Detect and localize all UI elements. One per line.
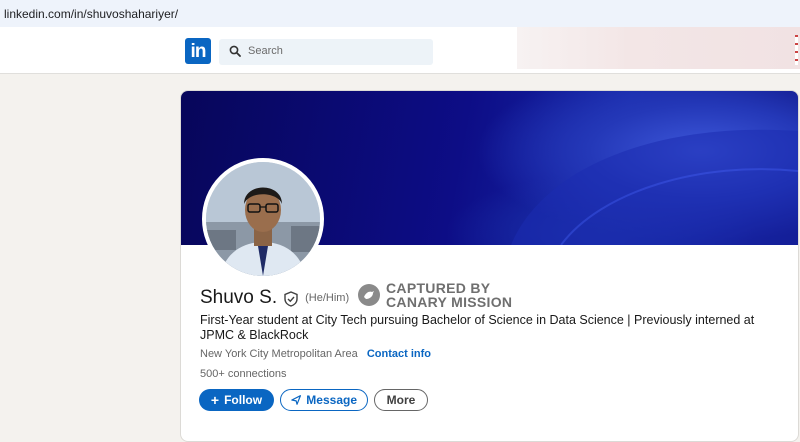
message-button[interactable]: Message (280, 389, 368, 411)
profile-pronouns: (He/Him) (305, 292, 350, 304)
profile-actions: + Follow Message More (199, 389, 428, 411)
more-button[interactable]: More (374, 389, 428, 411)
browser-address-bar[interactable]: linkedin.com/in/shuvoshahariyer/ (0, 0, 800, 28)
follow-label: Follow (224, 393, 263, 407)
top-nav: in Search (0, 27, 800, 74)
profile-headline: First-Year student at City Tech pursuing… (200, 313, 755, 342)
plus-icon: + (210, 392, 220, 408)
profile-name-row: Shuvo S. (He/Him) (200, 287, 349, 309)
profile-connections[interactable]: 500+ connections (200, 368, 287, 380)
profile-photo (206, 162, 320, 276)
stamp-line-2: CANARY MISSION (386, 294, 513, 310)
profile-location-row: New York City Metropolitan Area Contact … (200, 348, 431, 360)
stamp-line-1: CAPTURED BY (386, 280, 491, 296)
stamp-text: CAPTURED BY CANARY MISSION (386, 281, 512, 309)
linkedin-logo-icon[interactable]: in (185, 38, 211, 64)
contact-info-link[interactable]: Contact info (367, 348, 431, 360)
url-text[interactable]: linkedin.com/in/shuvoshahariyer/ (4, 7, 178, 21)
canary-bird-icon (358, 284, 380, 306)
more-label: More (386, 393, 416, 407)
message-label: Message (306, 393, 357, 407)
canary-mission-stamp: CAPTURED BY CANARY MISSION (358, 281, 512, 309)
send-icon (291, 395, 302, 405)
header-ad-banner[interactable] (517, 27, 800, 69)
follow-button[interactable]: + Follow (199, 389, 274, 411)
search-icon (229, 45, 241, 57)
profile-name: Shuvo S. (200, 287, 278, 308)
profile-card: Shuvo S. (He/Him) CAPTURED BY CANARY MIS… (180, 90, 799, 442)
profile-avatar[interactable] (202, 158, 324, 280)
profile-location: New York City Metropolitan Area (200, 348, 358, 360)
search-box[interactable]: Search (219, 39, 433, 65)
search-input[interactable]: Search (248, 45, 283, 57)
verified-shield-icon[interactable] (283, 291, 299, 307)
ad-edge-decoration (795, 35, 798, 65)
